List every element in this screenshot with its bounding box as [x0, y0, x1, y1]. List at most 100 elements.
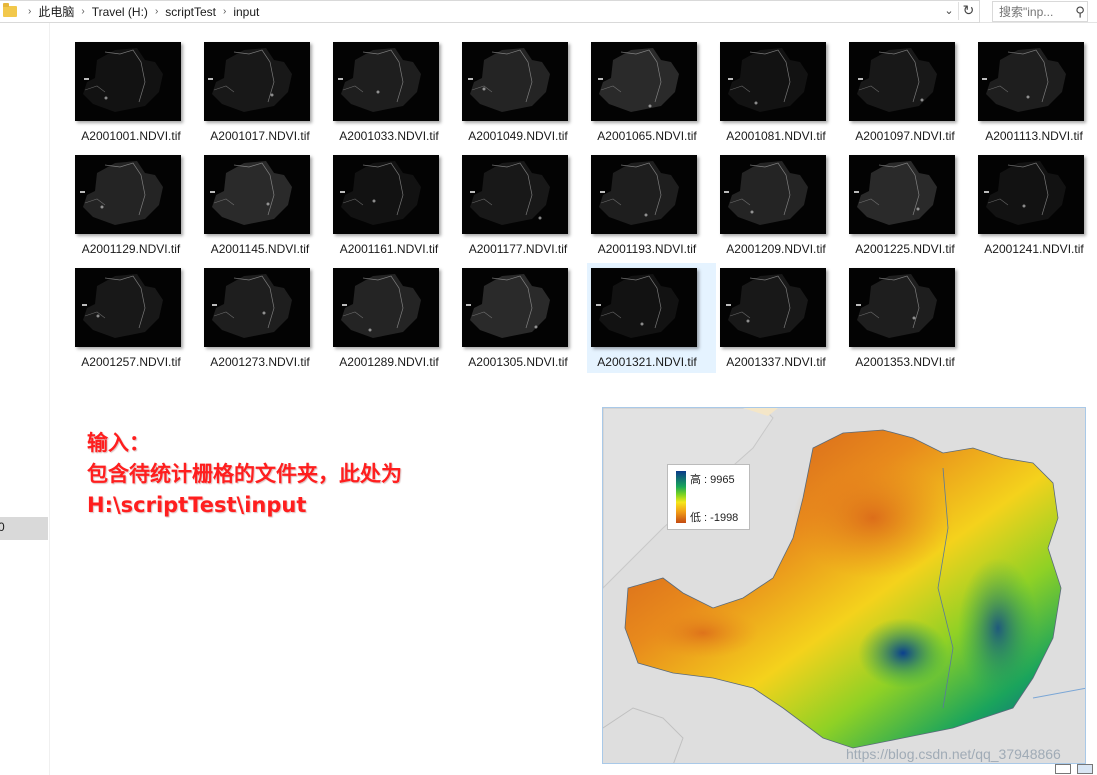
file-name-label: A2001353.NDVI.tif	[855, 355, 955, 369]
ndvi-map-image: 高 : 9965 低 : -1998	[602, 407, 1086, 764]
file-name-label: A2001337.NDVI.tif	[726, 355, 826, 369]
search-input[interactable]	[999, 2, 1073, 21]
search-icon[interactable]: ⚲	[1073, 4, 1087, 20]
file-name-label: A2001065.NDVI.tif	[597, 129, 697, 143]
file-item[interactable]: A2001017.NDVI.tif	[200, 37, 329, 147]
file-thumbnail	[720, 268, 826, 347]
file-name-label: A2001273.NDVI.tif	[210, 355, 310, 369]
file-name-label: A2001129.NDVI.tif	[81, 242, 181, 256]
legend-color-ramp	[676, 471, 686, 523]
file-item[interactable]: A2001001.NDVI.tif	[71, 37, 200, 147]
file-item[interactable]: A2001305.NDVI.tif	[458, 263, 587, 373]
chevron-right-icon[interactable]: ›	[148, 6, 165, 17]
file-thumbnail	[75, 155, 181, 234]
file-thumbnail	[849, 268, 955, 347]
file-thumbnail	[720, 155, 826, 234]
file-name-label: A2001241.NDVI.tif	[984, 242, 1084, 256]
chevron-right-icon[interactable]: ›	[216, 6, 233, 17]
file-item[interactable]: A2001161.NDVI.tif	[329, 150, 458, 260]
annotation-line-3: H:\scriptTest\input	[87, 493, 307, 517]
file-thumbnail	[204, 155, 310, 234]
ndvi-map-graphic	[603, 408, 1085, 763]
folder-icon	[3, 3, 17, 17]
annotation-line-1: 输入：	[87, 431, 150, 455]
file-thumbnail	[462, 268, 568, 347]
file-item[interactable]: A2001049.NDVI.tif	[458, 37, 587, 147]
large-icons-view-icon[interactable]	[1077, 764, 1093, 774]
file-thumbnail	[462, 42, 568, 121]
file-item[interactable]: A2001289.NDVI.tif	[329, 263, 458, 373]
file-item[interactable]: A2001337.NDVI.tif	[716, 263, 845, 373]
file-item[interactable]: A2001129.NDVI.tif	[71, 150, 200, 260]
file-thumbnail	[204, 42, 310, 121]
navigation-pane: 0	[0, 23, 50, 775]
file-thumbnail	[849, 155, 955, 234]
breadcrumb-drive[interactable]: Travel (H:)	[92, 5, 148, 19]
view-toggle[interactable]	[1055, 764, 1095, 775]
file-item[interactable]: A2001113.NDVI.tif	[974, 37, 1097, 147]
file-name-label: A2001081.NDVI.tif	[726, 129, 826, 143]
breadcrumb-input[interactable]: input	[233, 5, 259, 19]
file-name-label: A2001289.NDVI.tif	[339, 355, 439, 369]
file-item[interactable]: A2001177.NDVI.tif	[458, 150, 587, 260]
address-bar: › 此电脑 › Travel (H:) › scriptTest › input…	[0, 0, 1097, 23]
breadcrumb[interactable]: › 此电脑 › Travel (H:) › scriptTest › input	[0, 0, 980, 23]
file-item[interactable]: A2001081.NDVI.tif	[716, 37, 845, 147]
file-name-label: A2001049.NDVI.tif	[468, 129, 568, 143]
file-item[interactable]: A2001321.NDVI.tif	[587, 263, 716, 373]
file-item[interactable]: A2001273.NDVI.tif	[200, 263, 329, 373]
file-thumbnail	[75, 268, 181, 347]
file-name-label: A2001225.NDVI.tif	[855, 242, 955, 256]
file-name-label: A2001161.NDVI.tif	[339, 242, 439, 256]
file-item[interactable]: A2001353.NDVI.tif	[845, 263, 974, 373]
chevron-right-icon[interactable]: ›	[21, 6, 38, 17]
file-name-label: A2001209.NDVI.tif	[726, 242, 826, 256]
chevron-right-icon[interactable]: ›	[74, 6, 91, 17]
file-item[interactable]: A2001145.NDVI.tif	[200, 150, 329, 260]
file-item[interactable]: A2001097.NDVI.tif	[845, 37, 974, 147]
file-name-label: A2001193.NDVI.tif	[597, 242, 697, 256]
file-name-label: A2001113.NDVI.tif	[985, 129, 1083, 143]
file-item[interactable]: A2001065.NDVI.tif	[587, 37, 716, 147]
file-item[interactable]: A2001225.NDVI.tif	[845, 150, 974, 260]
file-name-label: A2001177.NDVI.tif	[468, 242, 568, 256]
file-item[interactable]: A2001241.NDVI.tif	[974, 150, 1097, 260]
file-name-label: A2001017.NDVI.tif	[210, 129, 310, 143]
file-thumbnail	[204, 268, 310, 347]
file-thumbnail	[849, 42, 955, 121]
annotation-text: 输入： 包含待统计栅格的文件夹，此处为 H:\scriptTest\input	[87, 428, 402, 521]
file-thumbnail	[591, 268, 697, 347]
nav-selected-label: 0	[0, 520, 5, 534]
file-thumbnail	[333, 42, 439, 121]
annotation-line-2: 包含待统计栅格的文件夹，此处为	[87, 462, 402, 486]
file-thumbnail	[333, 155, 439, 234]
file-item[interactable]: A2001209.NDVI.tif	[716, 150, 845, 260]
file-thumbnail	[978, 42, 1084, 121]
breadcrumb-scripttest[interactable]: scriptTest	[165, 5, 216, 19]
chevron-down-icon[interactable]: ⌄	[941, 4, 957, 18]
search-box[interactable]: ⚲	[992, 1, 1088, 22]
nav-selected-item[interactable]: 0	[0, 517, 48, 540]
watermark-text: https://blog.csdn.net/qq_37948866	[846, 746, 1061, 762]
file-thumbnail	[591, 42, 697, 121]
file-thumbnail	[333, 268, 439, 347]
legend-high-label: 高 : 9965	[690, 474, 735, 486]
file-name-label: A2001257.NDVI.tif	[81, 355, 181, 369]
file-thumbnail	[591, 155, 697, 234]
refresh-icon[interactable]: ↻	[958, 2, 978, 20]
file-name-label: A2001097.NDVI.tif	[855, 129, 955, 143]
legend-low-label: 低 : -1998	[690, 512, 739, 524]
file-name-label: A2001321.NDVI.tif	[597, 355, 697, 369]
file-thumbnail	[720, 42, 826, 121]
file-name-label: A2001145.NDVI.tif	[210, 242, 310, 256]
map-legend: 高 : 9965 低 : -1998	[667, 464, 750, 530]
file-thumbnail	[978, 155, 1084, 234]
file-name-label: A2001033.NDVI.tif	[339, 129, 439, 143]
details-view-icon[interactable]	[1055, 764, 1071, 774]
file-name-label: A2001305.NDVI.tif	[468, 355, 568, 369]
file-item[interactable]: A2001193.NDVI.tif	[587, 150, 716, 260]
breadcrumb-this-pc[interactable]: 此电脑	[38, 3, 74, 20]
file-thumbnail	[462, 155, 568, 234]
file-item[interactable]: A2001033.NDVI.tif	[329, 37, 458, 147]
file-item[interactable]: A2001257.NDVI.tif	[71, 263, 200, 373]
